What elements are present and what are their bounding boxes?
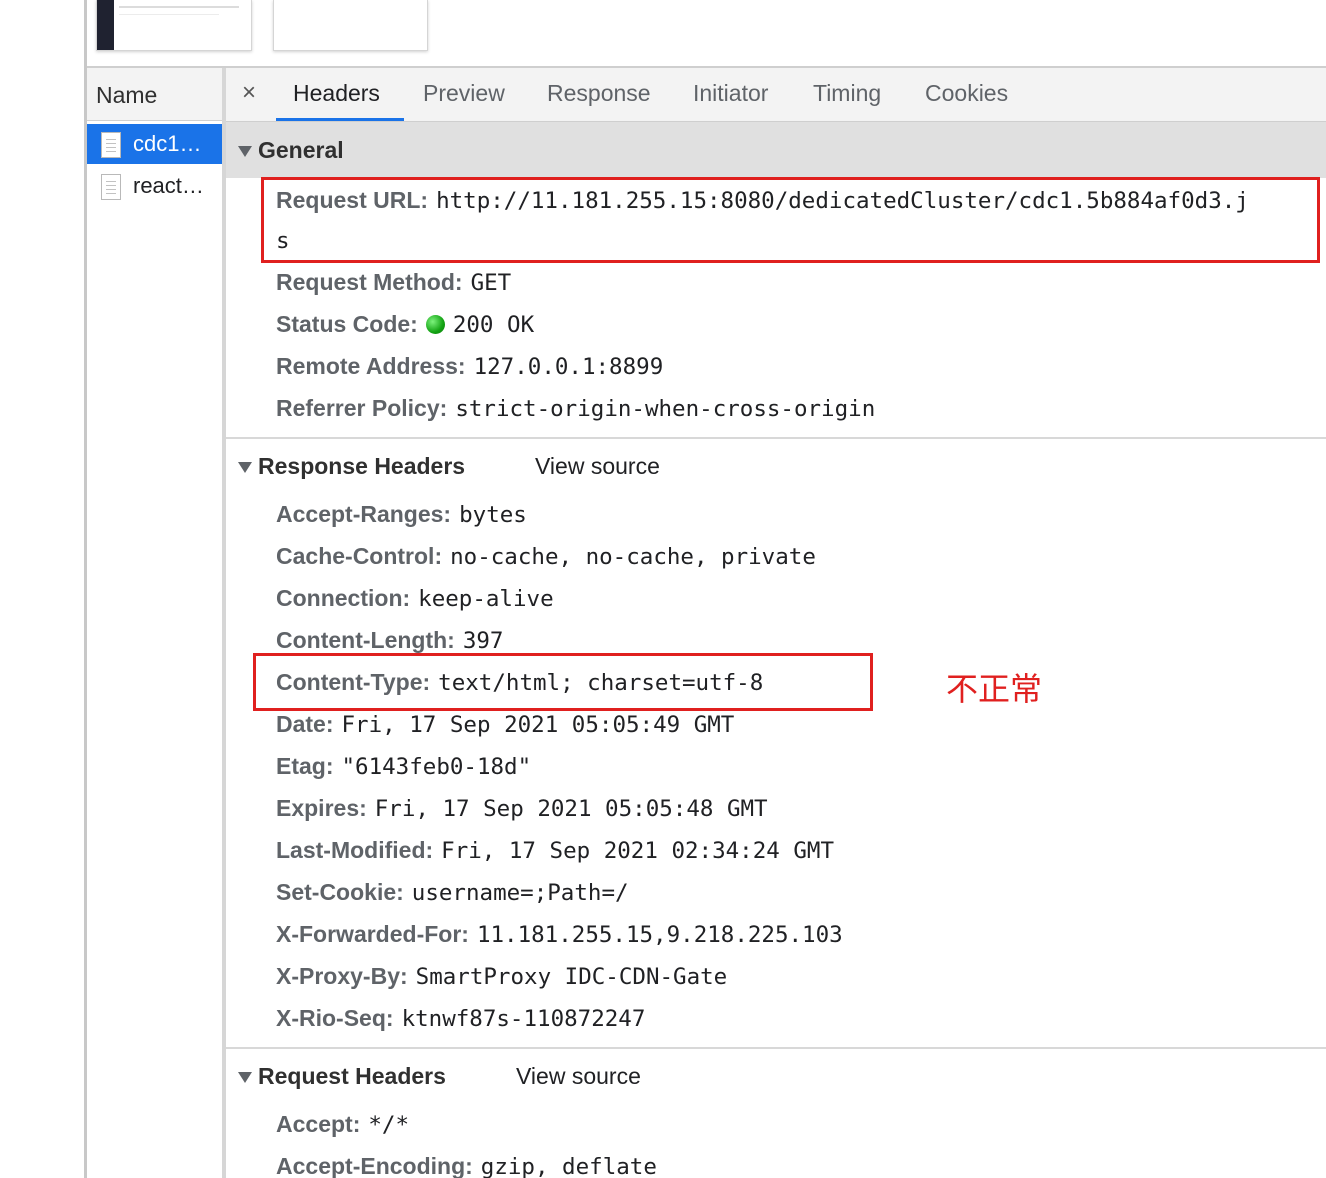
header-key: Accept: — [276, 1111, 361, 1137]
header-key: X-Forwarded-For: — [276, 921, 469, 947]
request-headers-title[interactable]: Request Headers — [258, 1063, 446, 1090]
header-row[interactable]: Accept-Ranges: bytes — [276, 499, 527, 530]
request-row-cdc1[interactable]: cdc1… — [87, 124, 222, 164]
header-key: Expires: — [276, 795, 367, 821]
header-row[interactable]: Last-Modified: Fri, 17 Sep 2021 02:34:24 … — [276, 835, 834, 866]
header-row[interactable]: Content-Length: 397 — [276, 625, 503, 656]
status-ok-icon — [425, 315, 445, 334]
header-value: SmartProxy IDC-CDN-Gate — [415, 964, 728, 990]
header-key: Request Method: — [276, 269, 463, 295]
triangle-down-icon[interactable] — [238, 462, 252, 473]
detail-tab-bar: × Headers Preview Response Initiator Tim… — [226, 68, 1326, 122]
highlight-box-content-type — [253, 653, 873, 711]
header-key: Cache-Control: — [276, 543, 443, 569]
header-value: 11.181.255.15,9.218.225.103 — [476, 922, 843, 948]
tab-preview[interactable]: Preview — [423, 80, 505, 107]
header-row[interactable]: Set-Cookie: username=;Path=/ — [276, 877, 629, 908]
file-icon — [101, 132, 121, 158]
header-key: Accept-Ranges: — [276, 501, 452, 527]
header-row[interactable]: Accept-Encoding: gzip, deflate — [276, 1151, 657, 1178]
header-row[interactable]: X-Proxy-By: SmartProxy IDC-CDN-Gate — [276, 961, 727, 992]
close-icon[interactable]: × — [242, 79, 256, 107]
header-row-request-method[interactable]: Request Method: GET — [276, 267, 511, 298]
header-key: Remote Address: — [276, 353, 466, 379]
header-row[interactable]: X-Forwarded-For: 11.181.255.15,9.218.225.… — [276, 919, 843, 950]
header-key: Set-Cookie: — [276, 879, 404, 905]
header-row[interactable]: Cache-Control: no-cache, no-cache, privat… — [276, 541, 816, 572]
tab-response[interactable]: Response — [547, 80, 651, 107]
header-row[interactable]: Expires: Fri, 17 Sep 2021 05:05:48 GMT — [276, 793, 768, 824]
header-row-referrer-policy[interactable]: Referrer Policy: strict-origin-when-cross… — [276, 393, 875, 424]
general-section-header[interactable]: General — [226, 122, 1326, 178]
header-key: Content-Length: — [276, 627, 455, 653]
thumbnail-line — [119, 6, 239, 8]
file-icon — [101, 174, 121, 200]
header-row-status-code[interactable]: Status Code: 200 OK — [276, 309, 534, 340]
triangle-down-icon[interactable] — [238, 1072, 252, 1083]
section-divider — [226, 1047, 1326, 1049]
request-row-react[interactable]: react… — [87, 166, 222, 206]
header-key: X-Rio-Seq: — [276, 1005, 394, 1031]
header-value: ktnwf87s-110872247 — [401, 1006, 646, 1032]
annotation-label: 不正常 — [946, 670, 1043, 708]
active-tab-indicator — [276, 118, 404, 121]
general-title: General — [258, 137, 344, 163]
header-key: Referrer Policy: — [276, 395, 448, 421]
header-row[interactable]: Connection: keep-alive — [276, 583, 554, 614]
header-row[interactable]: Etag: "6143feb0-18d" — [276, 751, 531, 782]
tab-headers[interactable]: Headers — [293, 80, 380, 107]
request-name: react… — [133, 173, 204, 198]
left-gutter — [0, 0, 84, 1178]
header-value: */* — [368, 1112, 409, 1138]
view-source-link[interactable]: View source — [516, 1063, 641, 1090]
header-value: username=;Path=/ — [411, 880, 629, 906]
header-value: Fri, 17 Sep 2021 02:34:24 GMT — [441, 838, 834, 864]
header-key: Status Code: — [276, 311, 418, 337]
screenshot-thumbnail[interactable] — [96, 0, 252, 51]
header-key: X-Proxy-By: — [276, 963, 408, 989]
header-value: 200 OK — [452, 312, 535, 338]
header-value: gzip, deflate — [480, 1154, 657, 1178]
tab-initiator[interactable]: Initiator — [693, 80, 768, 107]
header-value: GET — [470, 270, 512, 296]
header-value: keep-alive — [418, 586, 554, 612]
screenshot-thumbnail[interactable] — [273, 0, 428, 51]
header-key: Last-Modified: — [276, 837, 434, 863]
header-key: Connection: — [276, 585, 411, 611]
request-name: cdc1… — [133, 131, 202, 156]
header-value: 397 — [462, 628, 504, 654]
section-divider — [226, 437, 1326, 439]
header-key: Date: — [276, 711, 334, 737]
header-row[interactable]: Date: Fri, 17 Sep 2021 05:05:49 GMT — [276, 709, 734, 740]
header-value: Fri, 17 Sep 2021 05:05:49 GMT — [341, 712, 735, 738]
highlight-box-request-url — [261, 177, 1320, 263]
header-value: no-cache, no-cache, private — [450, 544, 816, 570]
thumbnail-dark-panel — [97, 0, 114, 50]
thumbnail-line — [119, 14, 219, 15]
tab-timing[interactable]: Timing — [813, 80, 881, 107]
screenshot-thumbnail-strip — [0, 0, 1326, 66]
name-column-label: Name — [96, 82, 158, 108]
request-list: Name cdc1… react… — [87, 68, 222, 1178]
view-source-link[interactable]: View source — [535, 453, 660, 480]
header-key: Accept-Encoding: — [276, 1153, 473, 1178]
header-row-remote-address[interactable]: Remote Address: 127.0.0.1:8899 — [276, 351, 663, 382]
header-row[interactable]: Accept: */* — [276, 1109, 409, 1140]
name-column-header[interactable]: Name — [87, 68, 222, 121]
header-value: "6143feb0-18d" — [341, 754, 532, 780]
header-value: strict-origin-when-cross-origin — [455, 396, 876, 422]
header-value: 127.0.0.1:8899 — [473, 354, 664, 380]
header-value: Fri, 17 Sep 2021 05:05:48 GMT — [374, 796, 768, 822]
header-row[interactable]: X-Rio-Seq: ktnwf87s-110872247 — [276, 1003, 645, 1034]
triangle-down-icon — [238, 146, 252, 157]
header-key: Etag: — [276, 753, 334, 779]
header-value: bytes — [459, 502, 527, 528]
response-headers-title[interactable]: Response Headers — [258, 453, 465, 480]
tab-cookies[interactable]: Cookies — [925, 80, 1008, 107]
